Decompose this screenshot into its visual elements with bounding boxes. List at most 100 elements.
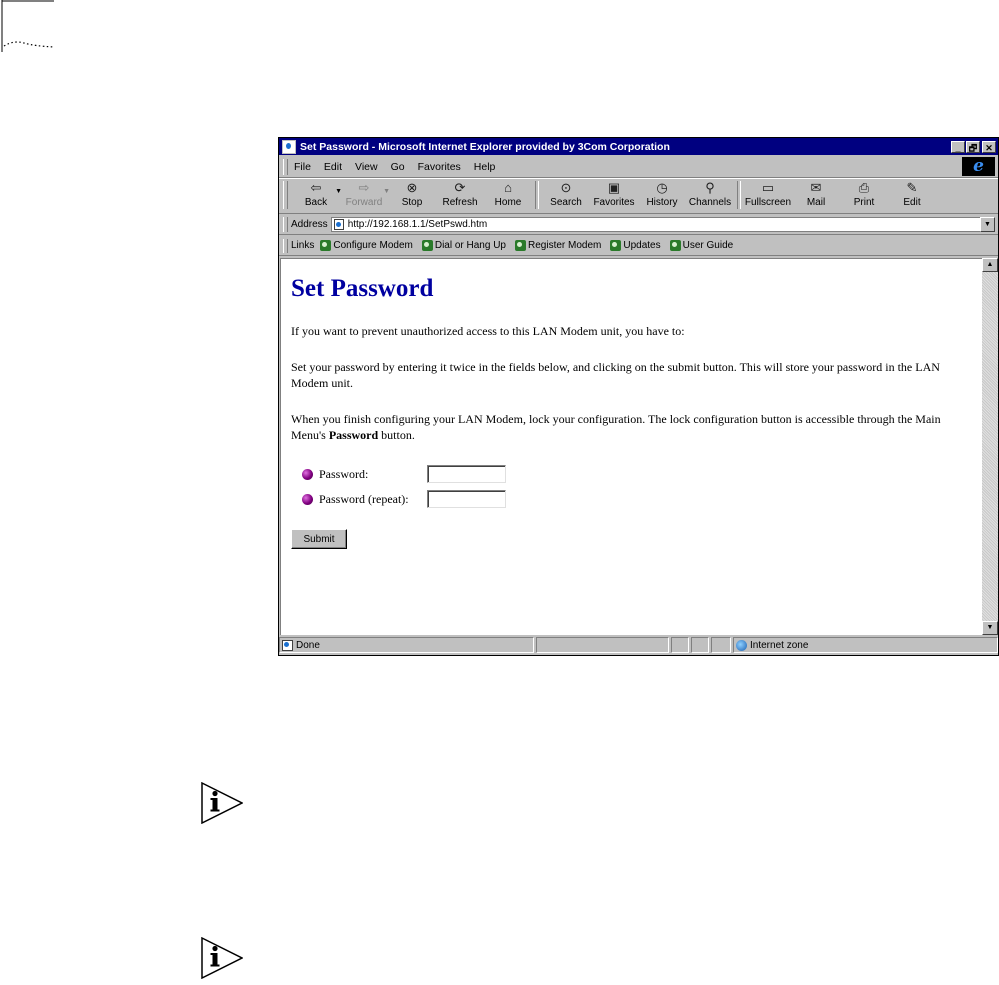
toolbar-separator <box>535 181 539 209</box>
link-label: Dial or Hang Up <box>434 240 506 251</box>
forward-button[interactable]: ⇨ Forward ▼ <box>340 179 390 211</box>
search-label: Search <box>550 197 582 208</box>
link-page-icon <box>669 240 681 251</box>
password-repeat-row: Password (repeat): <box>302 490 506 508</box>
page-title: Set Password <box>291 275 434 302</box>
lock-config-text-end: button. <box>378 428 415 442</box>
menu-file[interactable]: File <box>294 161 311 173</box>
fullscreen-icon: ▭ <box>761 180 775 195</box>
edit-icon: ✎ <box>906 180 918 195</box>
channels-label: Channels <box>688 197 732 208</box>
search-button[interactable]: ⊙ Search <box>542 179 590 211</box>
ie-logo-icon: e <box>962 157 995 176</box>
back-arrow-icon: ⇦ <box>310 180 322 195</box>
password-bold-text: Password <box>328 428 379 442</box>
status-panel-small <box>691 637 709 653</box>
menu-view[interactable]: View <box>355 161 378 173</box>
channels-button[interactable]: ⚲ Channels <box>686 179 734 211</box>
link-label: Configure Modem <box>333 240 413 251</box>
stop-label: Stop <box>401 197 423 208</box>
link-label: Register Modem <box>528 240 602 251</box>
status-text-panel: Done <box>279 637 534 653</box>
menu-go[interactable]: Go <box>391 161 405 173</box>
submit-button[interactable]: Submit <box>291 529 347 549</box>
page-content: Set Password If you want to prevent unau… <box>280 258 982 635</box>
links-bar: Links Configure Modem Dial or Hang Up Re… <box>279 236 998 256</box>
vertical-scrollbar[interactable]: ▲ ▼ <box>982 258 998 635</box>
favorites-button[interactable]: ▣ Favorites <box>590 179 638 211</box>
password-row: Password: <box>302 465 506 483</box>
address-grip[interactable] <box>283 216 288 232</box>
link-page-icon <box>421 240 433 251</box>
status-bar: Done Internet zone <box>279 637 998 655</box>
link-label: Updates <box>623 240 661 251</box>
link-updates[interactable]: Updates <box>610 240 661 251</box>
password-input[interactable] <box>427 465 506 483</box>
stop-button[interactable]: ⊗ Stop <box>388 179 436 211</box>
menu-bar: File Edit View Go Favorites Help e <box>279 156 998 178</box>
menu-grip[interactable] <box>283 158 288 175</box>
instructions-text: Set your password by entering it twice i… <box>291 360 940 390</box>
link-register-modem[interactable]: Register Modem <box>515 240 601 251</box>
toolbar-separator-2 <box>737 181 741 209</box>
mail-button[interactable]: ✉ Mail <box>792 179 840 211</box>
title-bar: Set Password - Microsoft Internet Explor… <box>279 138 998 155</box>
link-label: User Guide <box>682 240 734 251</box>
home-button[interactable]: ⌂ Home <box>484 179 532 211</box>
edit-label: Edit <box>903 197 921 208</box>
password-repeat-input[interactable] <box>427 490 506 508</box>
password-repeat-label: Password (repeat): <box>319 491 409 506</box>
minimize-button[interactable]: _ <box>951 140 965 153</box>
links-grip[interactable] <box>283 238 288 253</box>
channels-icon: ⚲ <box>705 180 715 195</box>
page-status-icon <box>282 639 293 651</box>
page-icon <box>333 218 344 230</box>
menu-edit[interactable]: Edit <box>324 161 342 173</box>
back-button[interactable]: ⇦ Back ▼ <box>292 179 342 211</box>
history-icon: ◷ <box>656 180 668 195</box>
address-input[interactable]: http://192.168.1.1/SetPswd.htm <box>330 216 980 232</box>
link-page-icon <box>320 240 332 251</box>
menu-help[interactable]: Help <box>474 161 496 173</box>
password-label: Password: <box>319 466 369 481</box>
refresh-label: Refresh <box>442 197 478 208</box>
link-page-icon <box>515 240 526 251</box>
status-panel-small <box>711 637 731 653</box>
fullscreen-label: Fullscreen <box>744 197 792 208</box>
link-user-guide[interactable]: User Guide <box>669 240 734 251</box>
info-note-icon <box>201 937 243 979</box>
intro-text: If you want to prevent unauthorized acce… <box>291 324 685 338</box>
refresh-button[interactable]: ⟳ Refresh <box>436 179 484 211</box>
home-icon: ⌂ <box>504 180 512 195</box>
forward-arrow-icon: ⇨ <box>358 180 370 195</box>
address-url[interactable]: http://192.168.1.1/SetPswd.htm <box>348 219 488 230</box>
page-corner-mark <box>1 0 55 52</box>
printer-icon: ⎙ <box>858 180 870 195</box>
window-title: Set Password - Microsoft Internet Explor… <box>300 140 670 153</box>
mail-label: Mail <box>806 197 826 208</box>
home-label: Home <box>494 197 522 208</box>
ie-page-icon <box>282 139 296 154</box>
link-configure-modem[interactable]: Configure Modem <box>320 240 413 251</box>
info-note-icon <box>201 782 243 824</box>
edit-button[interactable]: ✎ Edit <box>888 179 936 211</box>
link-dial-or-hang-up[interactable]: Dial or Hang Up <box>421 240 506 251</box>
mail-icon: ✉ <box>810 180 822 195</box>
restore-button[interactable]: 🗗 <box>966 140 980 153</box>
scroll-up-icon[interactable]: ▲ <box>982 258 998 272</box>
fullscreen-button[interactable]: ▭ Fullscreen <box>744 179 792 211</box>
bullet-icon <box>302 493 313 505</box>
toolbar-grip[interactable] <box>283 181 288 209</box>
address-dropdown-icon[interactable]: ▼ <box>980 216 995 232</box>
browser-window: Set Password - Microsoft Internet Explor… <box>278 137 999 656</box>
history-button[interactable]: ◷ History <box>638 179 686 211</box>
scroll-down-icon[interactable]: ▼ <box>982 621 998 635</box>
status-text: Done <box>296 639 320 651</box>
close-button[interactable]: ✕ <box>982 140 996 153</box>
menu-favorites[interactable]: Favorites <box>418 161 461 173</box>
status-progress-panel <box>536 637 669 653</box>
bullet-icon <box>302 468 313 480</box>
history-label: History <box>646 197 678 208</box>
print-button[interactable]: ⎙ Print <box>840 179 888 211</box>
favorites-icon: ▣ <box>607 180 621 195</box>
